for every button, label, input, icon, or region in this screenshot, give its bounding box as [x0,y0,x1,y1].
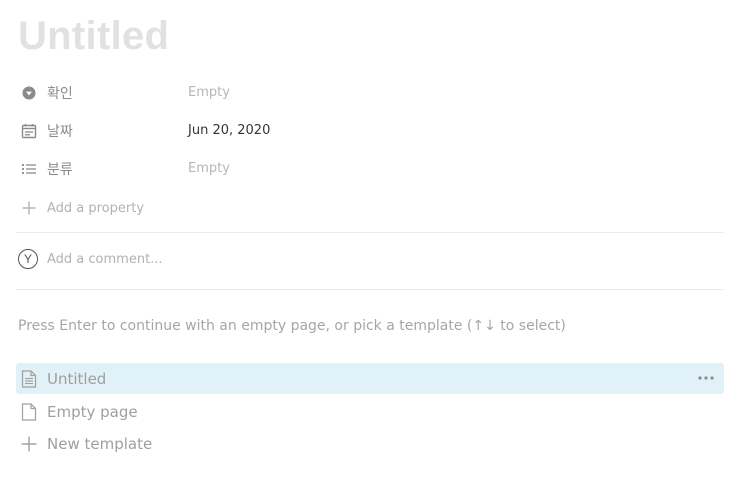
divider [16,232,724,233]
property-row-category: 분류 Empty [16,154,724,184]
comment-row: Y [16,245,447,273]
plus-icon [20,199,38,217]
page-container: Untitled 확인 Empty 날짜 Jun 20, 2020 분류 Emp… [0,0,737,483]
property-row-date: 날짜 Jun 20, 2020 [16,116,724,146]
template-item-label: New template [47,434,153,453]
property-name-date[interactable]: 날짜 [16,116,186,146]
property-row-confirm: 확인 Empty [16,78,724,108]
property-value-confirm[interactable]: Empty [186,78,724,108]
plus-icon [19,434,39,454]
template-item-label: Empty page [47,402,138,421]
avatar: Y [18,249,38,269]
divider [16,289,724,290]
more-options-icon[interactable] [696,369,716,387]
calendar-icon [20,122,38,140]
comment-input[interactable] [47,251,447,267]
template-item-untitled[interactable]: Untitled [16,363,724,394]
property-label: 확인 [47,86,73,102]
property-value-category[interactable]: Empty [186,154,724,184]
list-icon [20,160,38,178]
property-name-category[interactable]: 분류 [16,154,186,184]
property-value-date[interactable]: Jun 20, 2020 [186,116,724,146]
property-name-confirm[interactable]: 확인 [16,78,186,108]
select-circle-icon [20,84,38,102]
template-hint: Press Enter to continue with an empty pa… [18,318,566,334]
page-title[interactable]: Untitled [18,12,169,60]
add-property-button[interactable]: Add a property [16,194,144,222]
property-label: 분류 [47,162,73,178]
property-label: 날짜 [47,124,73,140]
page-icon [19,402,39,422]
template-item-empty-page[interactable]: Empty page [16,396,724,427]
add-property-label: Add a property [47,200,145,216]
page-text-icon [19,369,39,389]
template-item-label: Untitled [47,369,107,388]
template-item-new-template[interactable]: New template [16,428,724,459]
